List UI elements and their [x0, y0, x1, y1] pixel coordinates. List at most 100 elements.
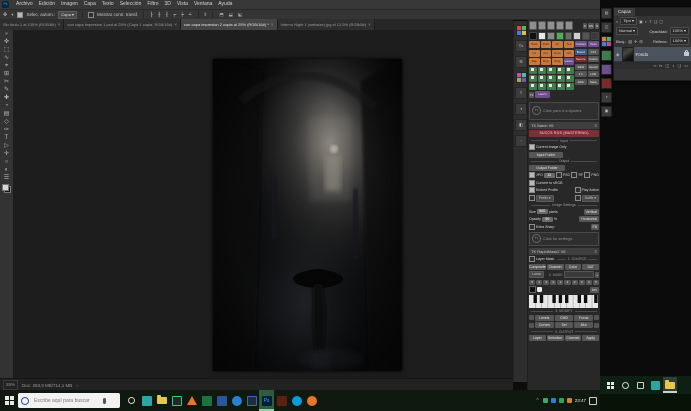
menu-ventana[interactable]: Ventana	[191, 0, 215, 9]
type-tool[interactable]: T	[5, 134, 9, 142]
curves-button[interactable]: Curves	[535, 322, 554, 328]
zone-button[interactable]: 3	[543, 280, 549, 285]
convert-srgb-checkbox[interactable]	[529, 180, 535, 186]
menu-archivo[interactable]: Archivo	[13, 0, 36, 9]
stamp-icon[interactable]	[556, 21, 564, 30]
adjustment-layer-icon[interactable]: ◐	[672, 63, 674, 68]
green-brush-icon[interactable]	[556, 32, 564, 40]
panel-icon-green[interactable]	[601, 50, 612, 61]
tk-board-button[interactable]: Board	[575, 49, 587, 55]
lasso-tool[interactable]: ∿	[4, 54, 9, 62]
filter-type-dropdown[interactable]: Tipo ▾	[620, 17, 637, 25]
channel-button[interactable]: Channel	[547, 264, 564, 270]
app-edge[interactable]	[229, 390, 244, 411]
layer-name[interactable]: Fondo	[636, 52, 649, 57]
close-icon[interactable]: ×	[174, 22, 177, 27]
gradient-panel-icon[interactable]: ◧	[515, 119, 527, 131]
align-top-icon[interactable]: ┯	[172, 12, 177, 18]
layer-thumbnail[interactable]	[622, 47, 634, 62]
opacity-dropdown[interactable]: 100% ▾	[670, 27, 689, 35]
visibility-eye-icon[interactable]: ◉	[616, 52, 620, 57]
tk-type-panel-icon[interactable]: T	[515, 87, 527, 99]
app-skype[interactable]	[289, 390, 304, 411]
zone-button[interactable]: 2	[550, 280, 556, 285]
tray-icon-orange[interactable]	[567, 398, 572, 403]
channel-button[interactable]	[547, 75, 555, 82]
tk-sw-button[interactable]: S&W	[575, 64, 587, 70]
mask-add-button[interactable]: +	[595, 272, 599, 278]
new-layer-icon[interactable]: ❏	[678, 63, 682, 68]
start-button[interactable]	[0, 390, 18, 411]
taskbar-clock[interactable]: 23:47	[575, 398, 586, 403]
canvas-image[interactable]	[213, 59, 402, 371]
tk-graphic-button[interactable]: Lanco	[535, 91, 549, 98]
cmd-button[interactable]: CMD	[555, 315, 574, 321]
align-middle-icon[interactable]: ┿	[180, 12, 185, 18]
menu-imagen[interactable]: Imagen	[58, 0, 81, 9]
filter-pixel-icon[interactable]: ▣	[639, 19, 643, 24]
layer-row-fondo[interactable]: ◉ Fondo	[614, 47, 691, 61]
slice-tool[interactable]: ✂	[4, 78, 9, 86]
modify-toggle-icon[interactable]	[529, 315, 534, 320]
channel-button[interactable]	[566, 75, 574, 82]
shape-tool[interactable]: ▷	[4, 142, 9, 150]
levels-button[interactable]: Levels	[535, 315, 554, 321]
prefix-dropdown[interactable]: Prefix ▾	[536, 195, 554, 202]
panel-menu-icon[interactable]: ≡	[595, 248, 597, 255]
align-left-icon[interactable]: ┠	[149, 12, 154, 18]
filter-shape-icon[interactable]: ❏	[654, 19, 658, 24]
zone-button[interactable]: 5	[593, 280, 599, 285]
channel-button[interactable]	[557, 83, 565, 90]
prefix-checkbox[interactable]	[529, 195, 535, 201]
output-selection-button[interactable]: Selection	[547, 335, 564, 341]
invert-button[interactable]: Inv	[590, 287, 599, 293]
layer-mask-icon[interactable]: ◫	[665, 63, 669, 68]
tk-secure-button[interactable]: Secure	[575, 56, 587, 62]
panel-icon-gray-2[interactable]: ◫	[601, 22, 612, 33]
tray-icon-blue[interactable]	[551, 398, 556, 403]
zone-button[interactable]: 4	[586, 280, 592, 285]
action-center-icon[interactable]	[589, 397, 597, 405]
move-tool[interactable]: ✜	[4, 38, 9, 46]
sat-button[interactable]: SAT	[582, 264, 599, 270]
menu-texto[interactable]: Texto	[99, 0, 117, 9]
history-icon[interactable]	[591, 32, 599, 40]
jpg-checkbox[interactable]	[529, 172, 535, 178]
tk-145-button[interactable]: 14.5	[588, 49, 600, 55]
app-word[interactable]	[214, 390, 229, 411]
png-checkbox[interactable]	[584, 172, 590, 178]
zoom-level[interactable]: 25%	[3, 380, 18, 390]
tk-action-button[interactable]: Cv	[529, 50, 540, 57]
document-tab-1[interactable]: Sin título-1 al 100% (RGB/8#)×	[0, 19, 64, 30]
hand-tool[interactable]: ○	[5, 158, 9, 166]
mask-value-field[interactable]	[564, 271, 594, 278]
menu-capa[interactable]: Capa	[81, 0, 99, 9]
opacity-field[interactable]: 50	[542, 217, 553, 222]
dodge-tool[interactable]: ✑	[4, 126, 9, 134]
tk-web-button[interactable]: Web	[575, 79, 587, 85]
tk-action-button[interactable]: Smp	[552, 58, 563, 65]
channel-button[interactable]	[566, 83, 574, 90]
channel-button[interactable]	[538, 67, 546, 74]
search-input[interactable]	[32, 397, 100, 405]
gray-brush-icon[interactable]	[547, 32, 555, 40]
lock-transparent-icon[interactable]: ▨	[628, 39, 632, 44]
menu-edicion[interactable]: Edición	[36, 0, 58, 9]
close-icon[interactable]: ×	[271, 22, 274, 27]
snapshot-icon[interactable]	[565, 21, 573, 30]
zone-button[interactable]: 2	[572, 280, 578, 285]
tk-s-button[interactable]: S	[595, 23, 599, 29]
close-icon[interactable]: ×	[368, 22, 371, 27]
fill-dropdown[interactable]: 100% ▾	[670, 37, 689, 45]
align-right-icon[interactable]: ┨	[165, 12, 170, 18]
menu-seleccion[interactable]: Selección	[117, 0, 145, 9]
tk-combo-panel-icon[interactable]	[516, 72, 527, 83]
current-image-only-checkbox[interactable]	[529, 144, 535, 150]
jpg-quality-field[interactable]: 12	[544, 173, 555, 178]
contrast-panel-icon[interactable]: ◑	[515, 103, 527, 115]
tk-action-button[interactable]: TLs	[564, 41, 575, 48]
delete-layer-icon[interactable]: ▭	[684, 63, 688, 68]
tk-custom-button[interactable]: Custom	[575, 41, 587, 47]
task-view-button[interactable]	[124, 390, 139, 411]
tk-action-button[interactable]: Note	[529, 41, 540, 48]
